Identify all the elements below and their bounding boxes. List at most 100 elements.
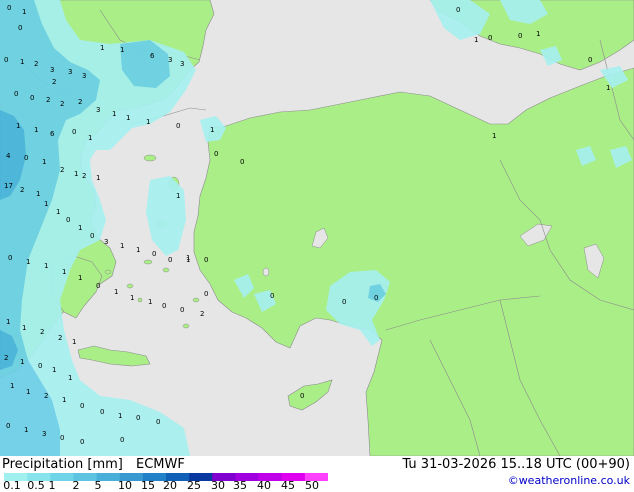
precip-value-label: 0: [38, 362, 42, 370]
scale-tick-label: 10: [118, 479, 132, 492]
precip-value-label: 0: [240, 158, 244, 166]
precip-value-label: 0: [66, 216, 70, 224]
scale-tick-label: 0.5: [27, 479, 45, 492]
scale-tick-label: 40: [257, 479, 271, 492]
precip-value-label: 0: [80, 402, 84, 410]
precip-value-label: 2: [60, 100, 64, 108]
precip-value-label: 1: [146, 118, 150, 126]
precip-value-label: 1: [24, 426, 28, 434]
precip-value-label: 0: [4, 56, 8, 64]
precip-value-label: 0: [214, 150, 218, 158]
precip-value-label: 1: [62, 268, 66, 276]
precip-value-label: 0: [488, 34, 492, 42]
precip-value-label: 1: [22, 8, 26, 16]
precip-value-label: 1: [88, 134, 92, 142]
precip-value-label: 2: [4, 354, 8, 362]
precip-value-label: 0: [100, 408, 104, 416]
precip-value-label: 1: [492, 132, 496, 140]
scale-tick-label: 2: [72, 479, 80, 492]
scale-tick-label: 5: [94, 479, 102, 492]
precip-value-label: 0: [72, 128, 76, 136]
precip-value-label: 0: [342, 298, 346, 306]
precip-value-label: 2: [20, 186, 24, 194]
precip-value-label: 1: [6, 318, 10, 326]
precip-value-label: 1: [136, 246, 140, 254]
precip-value-label: 17: [4, 182, 13, 190]
scale-tick-label: 35: [233, 479, 247, 492]
precip-value-label: 6: [150, 52, 155, 60]
precip-value-label: 1: [114, 288, 118, 296]
precip-value-label: 0: [90, 232, 94, 240]
precip-value-label: 3: [68, 68, 72, 76]
precip-value-label: 3: [42, 430, 46, 438]
precip-value-label: 0: [7, 4, 11, 12]
precip-value-label: 0: [24, 154, 28, 162]
precip-value-label: 2: [44, 392, 48, 400]
precip-value-label: 1: [44, 262, 48, 270]
model-name: ECMWF: [136, 457, 185, 472]
precip-value-label: 0: [6, 422, 10, 430]
precip-value-label: 1: [34, 126, 38, 134]
precip-value-label: 0: [8, 254, 12, 262]
precip-value-label: 3: [168, 56, 172, 64]
scale-tick-label: 20: [163, 479, 177, 492]
precip-value-label: 1: [474, 36, 478, 44]
precip-value-label: 1: [210, 126, 214, 134]
precip-value-label: 0: [162, 302, 166, 310]
scale-tick-label: 30: [211, 479, 225, 492]
precip-value-label: 2: [58, 334, 62, 342]
precip-value-label: 0: [588, 56, 592, 64]
precip-value-label: 1: [118, 412, 122, 420]
precip-value-label: 1: [120, 46, 124, 54]
precip-value-label: 0: [456, 6, 460, 14]
precip-value-label: 0: [204, 256, 208, 264]
weather-map-view: 0 1 0 0 1 2 3 2 3 3 1 1 6 3 3 0 0 2 2 2 3 1 1 1 0 1 1 1 6 0 1 4 0 1 2 1 2 1 17…: [0, 0, 634, 492]
precip-value-label: 2: [60, 166, 64, 174]
precip-value-label: 6: [50, 130, 55, 138]
precip-value-label: 1: [10, 382, 14, 390]
precip-value-label: 1: [536, 30, 540, 38]
precip-value-label: 4: [6, 152, 11, 160]
precip-value-label: 0: [30, 94, 34, 102]
precip-value-label: 0: [14, 90, 18, 98]
precip-value-label: 1: [606, 84, 610, 92]
precip-value-label: 1: [68, 374, 72, 382]
precip-value-label: 0: [374, 294, 378, 302]
precip-value-label: 1: [56, 208, 60, 216]
precip-value-label: 1: [36, 190, 40, 198]
scale-tick-label: 1: [48, 479, 56, 492]
precip-value-label: 2: [34, 60, 38, 68]
precip-value-label: 3: [104, 238, 108, 246]
precip-value-label: 1: [148, 298, 152, 306]
scale-tick-label: 45: [281, 479, 295, 492]
precip-value-label: 0: [204, 290, 208, 298]
precip-value-label: 1: [72, 338, 76, 346]
map-title: Precipitation [mm]: [2, 457, 123, 472]
precip-value-label: 3: [96, 106, 100, 114]
precip-value-label: 0: [518, 32, 522, 40]
precip-value-label: 2: [52, 78, 56, 86]
precip-value-label: 2: [82, 172, 86, 180]
precip-value-label: 1: [112, 110, 116, 118]
precip-value-label: 0: [180, 306, 184, 314]
precip-value-label: 0: [60, 434, 64, 442]
site-credit[interactable]: ©weatheronline.co.uk: [508, 474, 630, 488]
map-footer: Precipitation [mm] ECMWF Tu 31-03-2026 1…: [0, 456, 634, 492]
precip-value-label: 1: [130, 294, 134, 302]
precip-value-label: 1: [22, 324, 26, 332]
valid-time: Tu 31-03-2026 15..18 UTC (00+90): [402, 457, 630, 472]
precip-value-label: 0: [168, 256, 172, 264]
precip-value-label: 0: [136, 414, 140, 422]
precip-value-label: 1: [78, 224, 82, 232]
precip-value-label: 0: [300, 392, 304, 400]
precip-value-label: 0: [156, 418, 160, 426]
precip-value-label: 1: [176, 192, 180, 200]
precip-value-label: 0: [176, 122, 180, 130]
precip-value-label: 1: [126, 114, 130, 122]
precip-value-label: 2: [78, 98, 82, 106]
precip-value-label: 2: [40, 328, 44, 336]
precip-value-label: 2: [200, 310, 204, 318]
precip-value-label: 1: [44, 200, 48, 208]
precip-value-label: 0: [270, 292, 274, 300]
precip-value-label: 1: [42, 158, 46, 166]
